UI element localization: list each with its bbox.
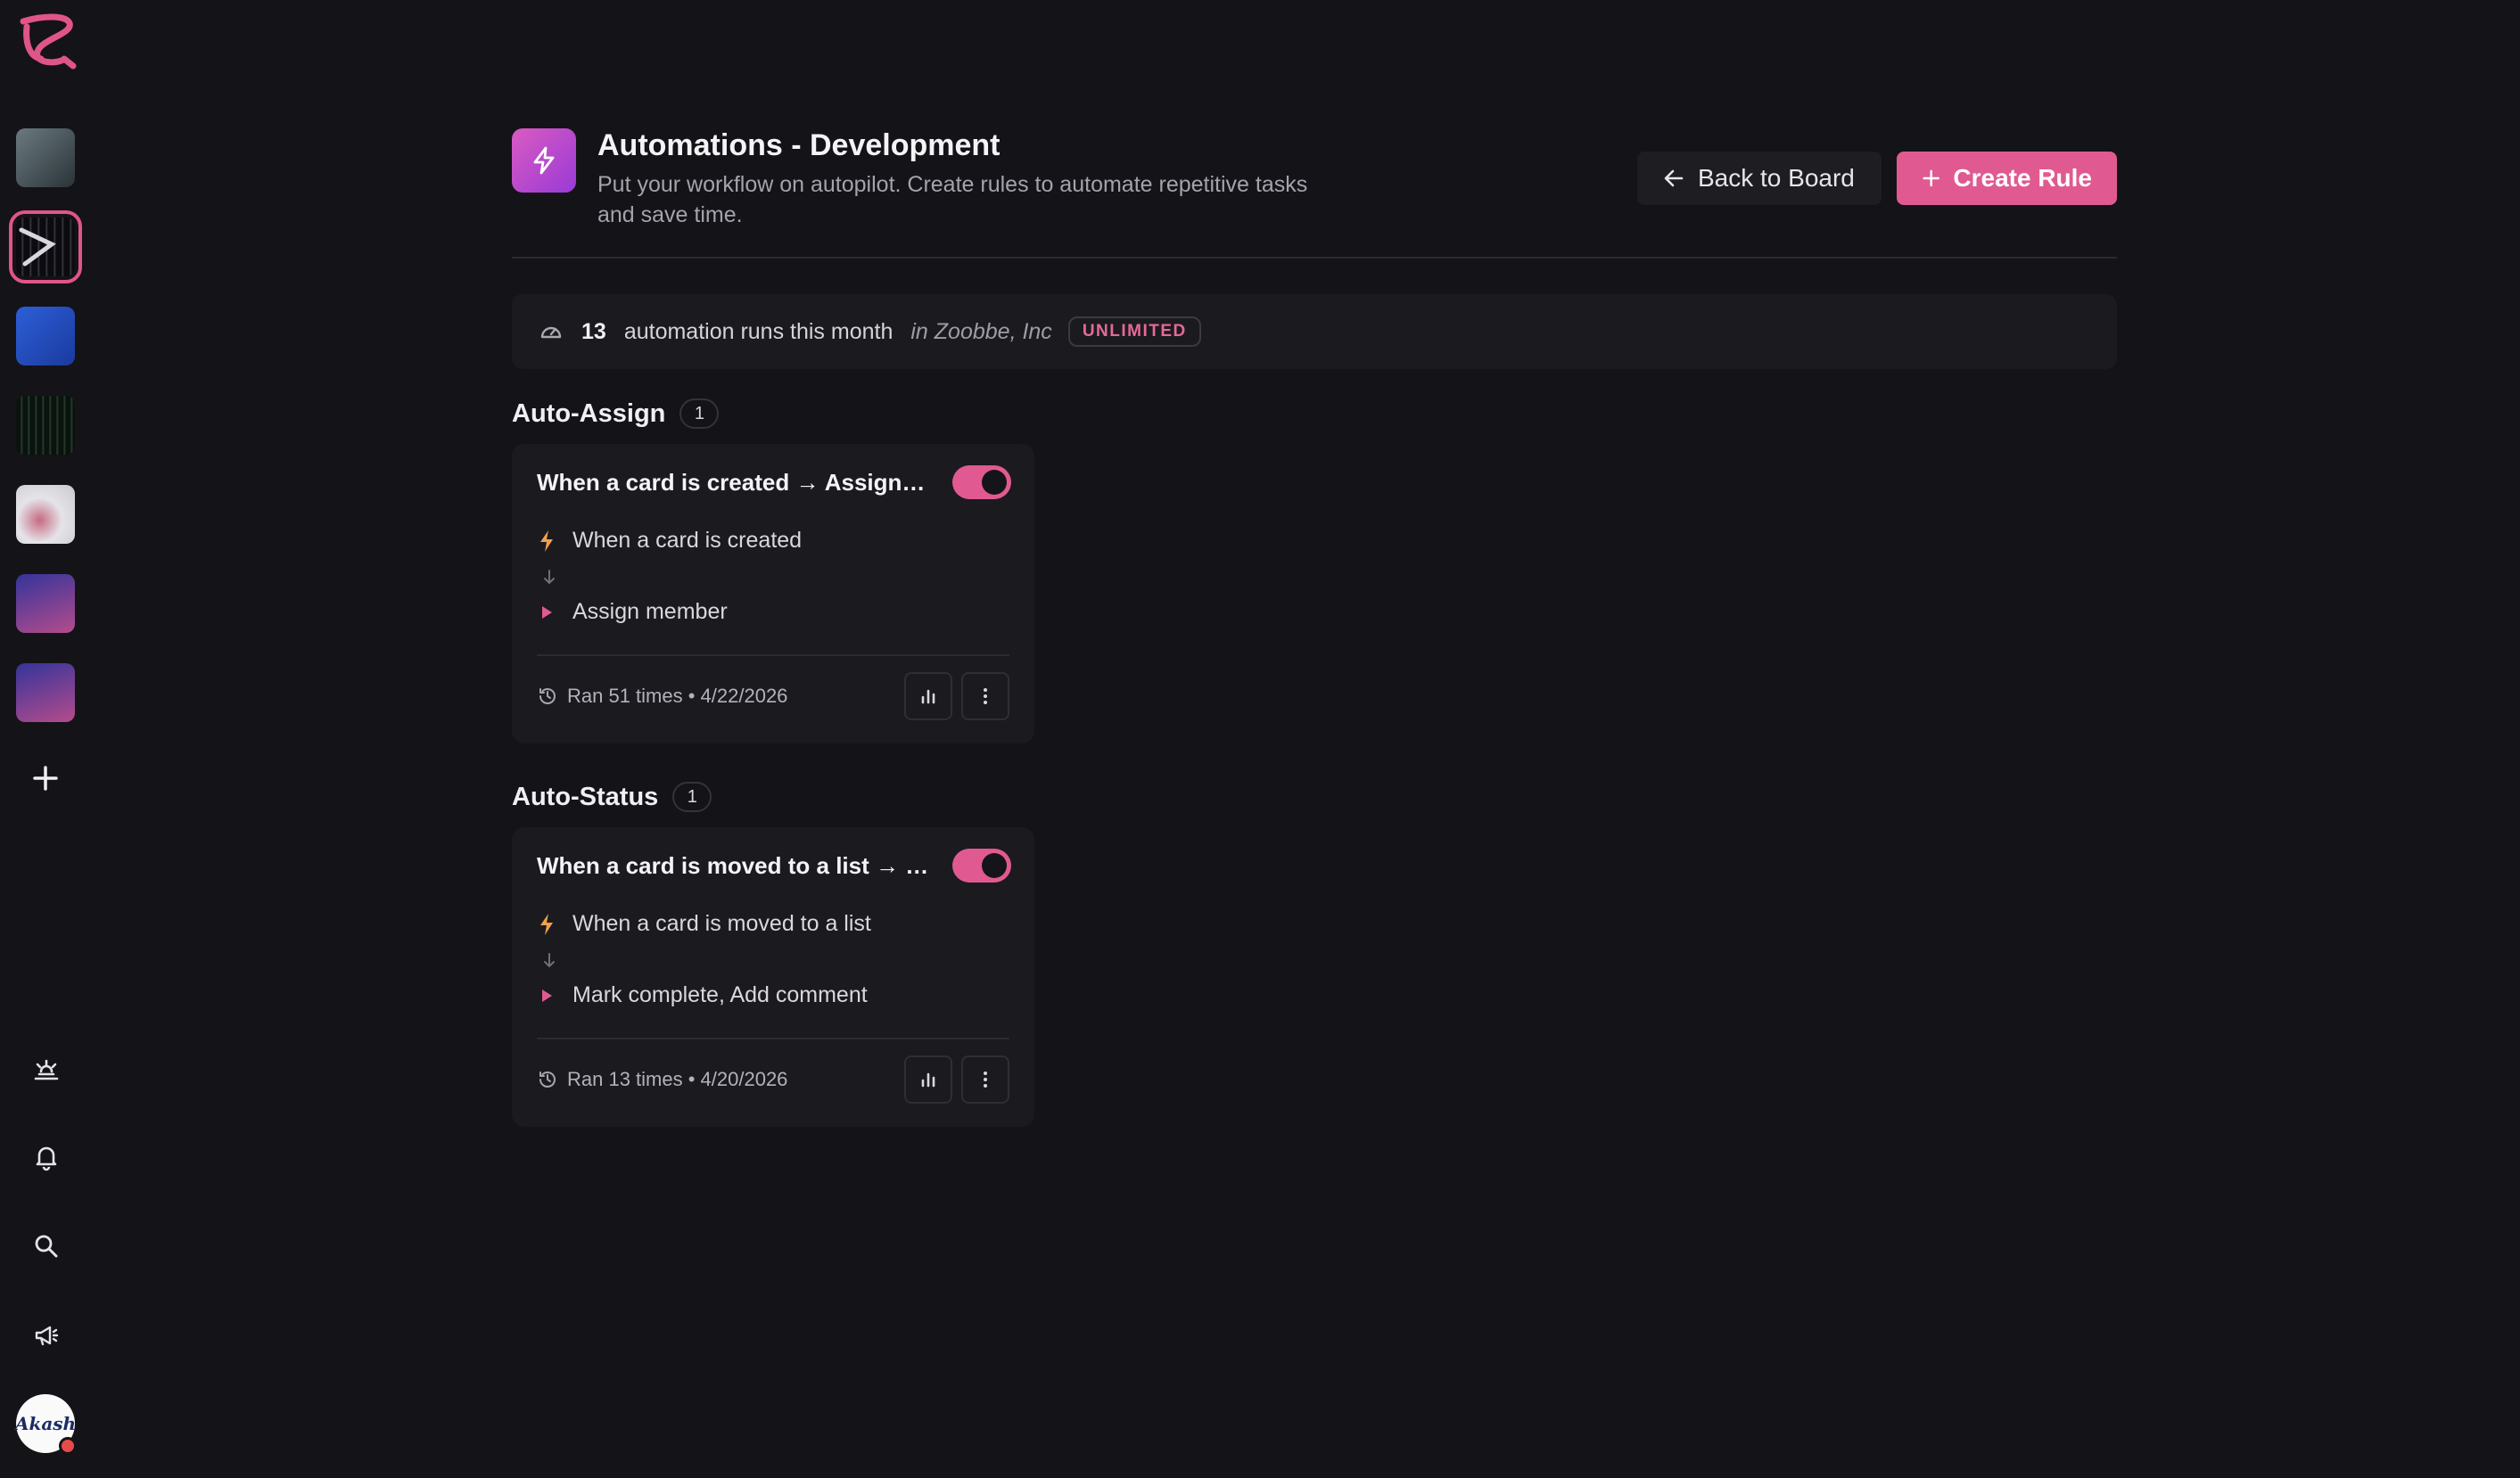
usage-count: 13 bbox=[581, 318, 606, 344]
group-header: Auto-Status 1 bbox=[512, 779, 1047, 815]
board-thumbnail[interactable] bbox=[16, 307, 75, 365]
back-to-board-button[interactable]: Back to Board bbox=[1637, 152, 1882, 205]
header-divider bbox=[512, 257, 2117, 259]
back-to-board-label: Back to Board bbox=[1698, 164, 1855, 192]
user-avatar[interactable]: Akash bbox=[14, 1394, 77, 1455]
group-count-badge: 1 bbox=[679, 398, 720, 429]
board-thumbnail[interactable] bbox=[16, 574, 75, 633]
run-info: Ran 13 times • 4/20/2026 bbox=[537, 1068, 787, 1091]
board-thumbnail[interactable] bbox=[16, 128, 75, 187]
card-divider bbox=[537, 654, 1009, 656]
arrow-down-icon bbox=[544, 953, 555, 968]
rule-action: Assign member bbox=[537, 599, 728, 625]
more-vertical-icon bbox=[984, 1072, 987, 1088]
search-icon[interactable] bbox=[23, 1223, 70, 1269]
page-header: Automations - Development Put your workf… bbox=[512, 128, 2117, 259]
rule-enabled-toggle[interactable] bbox=[952, 465, 1011, 499]
app-logo-icon[interactable] bbox=[14, 9, 78, 73]
usage-label: automation runs this month bbox=[623, 318, 894, 344]
more-vertical-icon bbox=[984, 688, 987, 704]
board-thumbnail-active[interactable] bbox=[9, 210, 82, 283]
play-icon bbox=[537, 984, 556, 1007]
rule-name: When a card is moved to a list → Mark co… bbox=[537, 852, 929, 879]
run-info: Ran 51 times • 4/22/2026 bbox=[537, 685, 787, 708]
arrow-left-icon bbox=[1664, 169, 1684, 187]
run-info-text: Ran 13 times • 4/20/2026 bbox=[567, 1068, 788, 1090]
megaphone-icon[interactable] bbox=[23, 1312, 70, 1359]
plus-icon bbox=[1923, 169, 1939, 187]
workspace-name: in Zoobbe, Inc bbox=[910, 318, 1052, 344]
rule-group-auto-status: Auto-Status 1 When a card is moved to a … bbox=[512, 779, 1047, 1127]
rule-more-button[interactable] bbox=[961, 672, 1009, 720]
run-info-text: Ran 51 times • 4/22/2026 bbox=[567, 685, 788, 707]
rule-enabled-toggle[interactable] bbox=[952, 849, 1011, 883]
group-count-badge: 1 bbox=[672, 782, 712, 812]
bell-icon[interactable] bbox=[23, 1134, 70, 1180]
usage-summary: 13 automation runs this month in Zoobbe,… bbox=[512, 294, 2117, 369]
board-thumbnail[interactable] bbox=[16, 485, 75, 544]
rule-card[interactable]: When a card is created → Assign member W… bbox=[512, 444, 1034, 743]
card-divider bbox=[537, 1038, 1009, 1039]
rule-group-auto-assign: Auto-Assign 1 When a card is created → A… bbox=[512, 396, 1047, 743]
status-indicator bbox=[59, 1437, 77, 1455]
sidebar: Akash bbox=[0, 0, 93, 1478]
action-label: Assign member bbox=[572, 599, 728, 624]
toggle-knob bbox=[982, 470, 1007, 495]
lightning-icon bbox=[537, 530, 556, 553]
plus-icon bbox=[33, 766, 58, 791]
arrow-down-icon bbox=[544, 570, 555, 585]
rule-card[interactable]: When a card is moved to a list → Mark co… bbox=[512, 827, 1034, 1127]
rule-action: Mark complete, Add comment bbox=[537, 982, 868, 1008]
sunrise-icon[interactable] bbox=[23, 1047, 70, 1093]
play-icon bbox=[537, 601, 556, 624]
rule-trigger: When a card is moved to a list bbox=[537, 911, 871, 937]
toggle-knob bbox=[982, 853, 1007, 878]
history-icon bbox=[539, 688, 556, 704]
gauge-icon bbox=[540, 326, 562, 339]
create-rule-button[interactable]: Create Rule bbox=[1897, 152, 2117, 205]
action-label: Mark complete, Add comment bbox=[572, 982, 868, 1007]
create-rule-label: Create Rule bbox=[1953, 164, 2092, 192]
group-title: Auto-Assign bbox=[512, 398, 666, 428]
bar-chart-icon bbox=[921, 689, 935, 704]
group-title: Auto-Status bbox=[512, 782, 659, 811]
rule-trigger: When a card is created bbox=[537, 528, 802, 554]
page-title: Automations - Development bbox=[597, 128, 1001, 162]
rule-more-button[interactable] bbox=[961, 1055, 1009, 1104]
lightning-icon bbox=[537, 913, 556, 936]
board-thumbnail[interactable] bbox=[16, 663, 75, 722]
bar-chart-icon bbox=[921, 1072, 935, 1088]
lightning-icon bbox=[512, 128, 576, 193]
rule-stats-button[interactable] bbox=[904, 672, 952, 720]
avatar-text: Akash bbox=[14, 1413, 77, 1434]
trigger-label: When a card is moved to a list bbox=[572, 911, 871, 936]
history-icon bbox=[539, 1072, 556, 1088]
trigger-label: When a card is created bbox=[572, 528, 803, 553]
page-description: Put your workflow on autopilot. Create r… bbox=[597, 172, 1308, 227]
rule-name: When a card is created → Assign member bbox=[537, 469, 929, 496]
add-board-button[interactable] bbox=[16, 749, 75, 808]
board-thumbnail[interactable] bbox=[16, 396, 75, 455]
rule-stats-button[interactable] bbox=[904, 1055, 952, 1104]
group-header: Auto-Assign 1 bbox=[512, 396, 1047, 431]
plan-badge: UNLIMITED bbox=[1067, 316, 1201, 347]
